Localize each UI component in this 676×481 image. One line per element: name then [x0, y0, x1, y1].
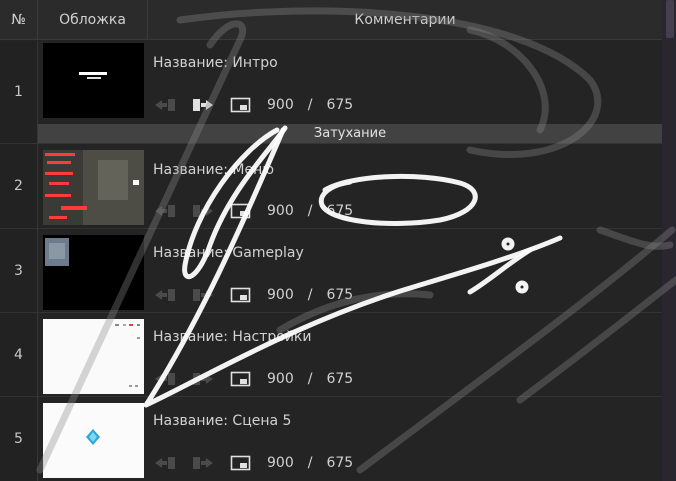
scene-controls-5: 900 / 675: [153, 452, 353, 474]
transition-in-icon[interactable]: [153, 286, 177, 304]
thumbnail-image: [43, 150, 144, 225]
transition-in-icon[interactable]: [153, 202, 177, 220]
size-separator: /: [307, 203, 313, 219]
scene-width[interactable]: 900: [267, 371, 294, 387]
row-divider: [0, 396, 662, 397]
scene-size-icon[interactable]: [229, 454, 253, 472]
transition-out-icon[interactable]: [191, 96, 215, 114]
scene-size-icon[interactable]: [229, 96, 253, 114]
size-separator: /: [307, 371, 313, 387]
scene-height[interactable]: 675: [326, 455, 353, 471]
size-separator: /: [307, 97, 313, 113]
row-number-4: 4: [0, 313, 38, 396]
row-number-1: 1: [0, 41, 38, 143]
scene-width[interactable]: 900: [267, 203, 294, 219]
scene-height[interactable]: 675: [326, 287, 353, 303]
scene-thumbnail-5[interactable]: [43, 403, 144, 478]
transition-out-icon[interactable]: [191, 202, 215, 220]
scene-title-5[interactable]: Название: Сцена 5: [153, 413, 291, 429]
scene-thumbnail-3[interactable]: [43, 235, 144, 310]
scene-controls-4: 900 / 675: [153, 368, 353, 390]
row-number-2: 2: [0, 144, 38, 228]
scene-thumbnail-4[interactable]: [43, 319, 144, 394]
scene-thumbnail-1[interactable]: [43, 43, 144, 118]
scene-controls-1: 900 / 675: [153, 94, 353, 116]
scene-size-icon[interactable]: [229, 286, 253, 304]
scene-width[interactable]: 900: [267, 287, 294, 303]
size-separator: /: [307, 287, 313, 303]
scene-height[interactable]: 675: [326, 97, 353, 113]
column-header-number[interactable]: №: [0, 0, 38, 40]
scene-height[interactable]: 675: [326, 371, 353, 387]
thumbnail-image: [79, 72, 107, 79]
scene-controls-3: 900 / 675: [153, 284, 353, 306]
column-header-comments[interactable]: Комментарии: [148, 0, 662, 40]
thumbnail-image: [86, 429, 100, 445]
transition-in-icon[interactable]: [153, 370, 177, 388]
scene-size-icon[interactable]: [229, 202, 253, 220]
scene-title-2[interactable]: Название: Меню: [153, 162, 274, 178]
scrollbar-thumb[interactable]: [666, 0, 674, 38]
row-divider: [0, 143, 662, 144]
scene-width[interactable]: 900: [267, 455, 294, 471]
row-divider: [0, 228, 662, 229]
scene-thumbnail-2[interactable]: [43, 150, 144, 225]
scene-title-4[interactable]: Название: Настройки: [153, 329, 312, 345]
scene-controls-2: 900 / 675: [153, 200, 353, 222]
row-number-5: 5: [0, 397, 38, 481]
scene-height[interactable]: 675: [326, 203, 353, 219]
transition-out-icon[interactable]: [191, 286, 215, 304]
scene-title-1[interactable]: Название: Интро: [153, 55, 278, 71]
row-divider: [0, 312, 662, 313]
scene-title-3[interactable]: Название: Gameplay: [153, 245, 304, 261]
transition-in-icon[interactable]: [153, 96, 177, 114]
thumbnail-image: [45, 238, 69, 266]
size-separator: /: [307, 455, 313, 471]
transition-out-icon[interactable]: [191, 370, 215, 388]
transition-bar[interactable]: Затухание: [38, 124, 662, 143]
row-number-3: 3: [0, 229, 38, 312]
thumbnail-image: [115, 324, 140, 387]
column-header-cover[interactable]: Обложка: [38, 0, 148, 40]
transition-in-icon[interactable]: [153, 454, 177, 472]
transition-out-icon[interactable]: [191, 454, 215, 472]
scene-size-icon[interactable]: [229, 370, 253, 388]
vertical-scrollbar[interactable]: [662, 0, 676, 481]
scene-width[interactable]: 900: [267, 97, 294, 113]
